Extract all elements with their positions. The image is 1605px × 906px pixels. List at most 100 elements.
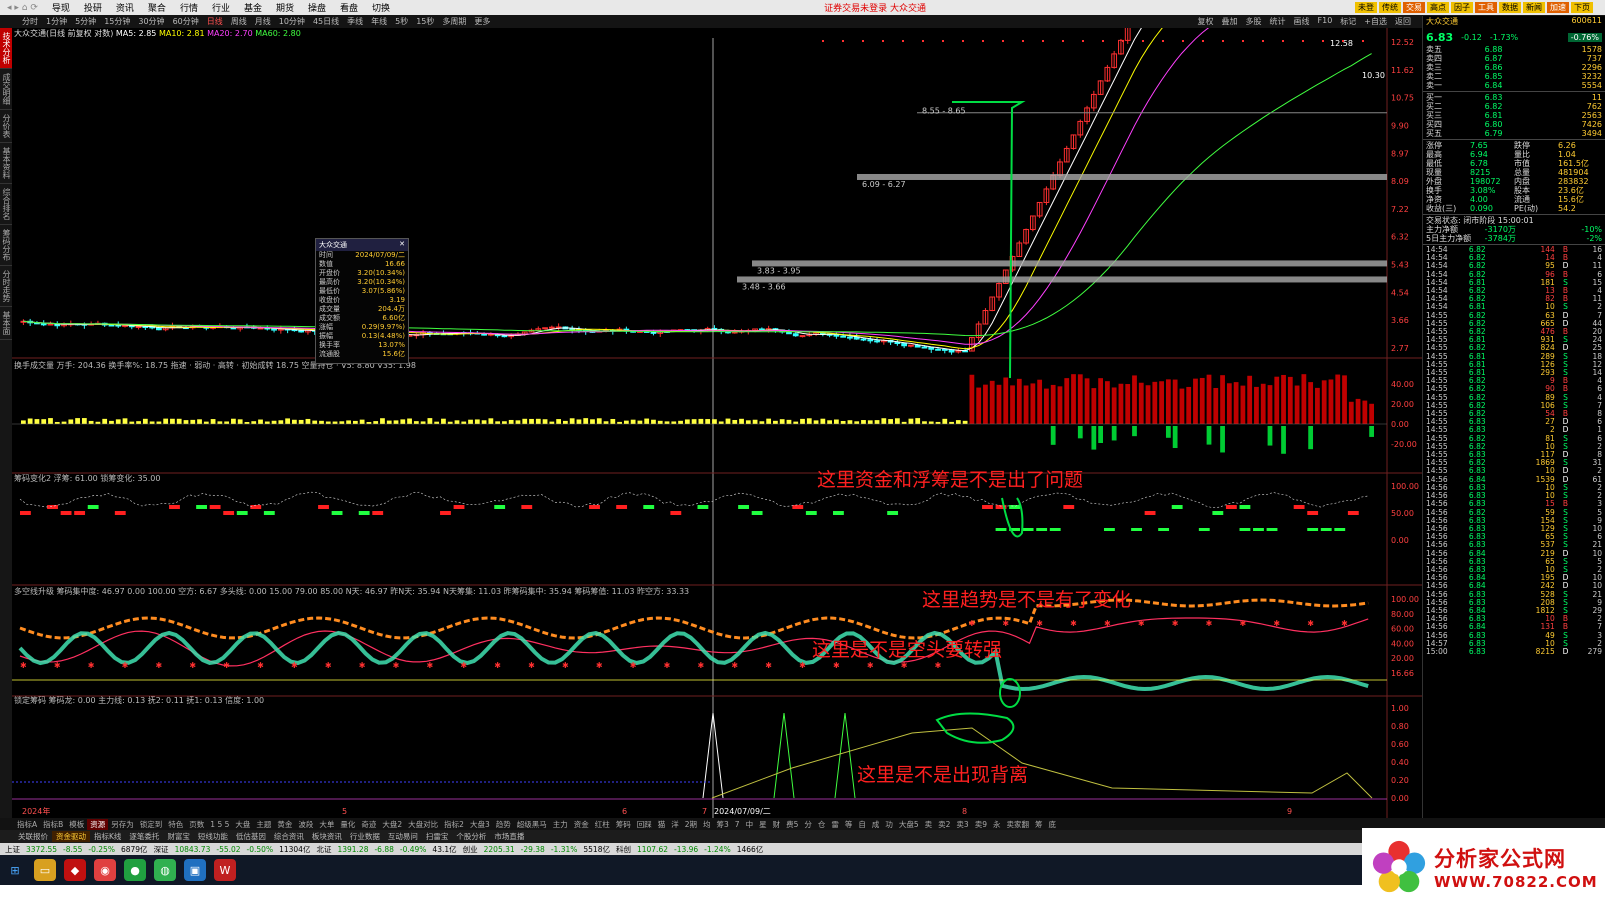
indicator-tab[interactable]: 等 xyxy=(842,819,856,830)
indicator-tab[interactable]: 指标B xyxy=(40,819,66,830)
indicator-tab[interactable]: 红柱 xyxy=(592,819,613,830)
period-tab[interactable]: 15分钟 xyxy=(100,16,134,27)
chart-tool-button[interactable]: 复权 xyxy=(1194,16,1218,27)
menu-item[interactable]: 行情 xyxy=(173,1,205,14)
indicator-tab[interactable]: 雷 xyxy=(828,819,842,830)
toolbar-button[interactable]: 传统 xyxy=(1378,2,1401,13)
toolbar-button[interactable]: 新闻 xyxy=(1522,2,1545,13)
chart-tool-button[interactable]: 画线 xyxy=(1290,16,1314,27)
file-explorer-icon[interactable]: ▭ xyxy=(34,859,56,881)
period-tab[interactable]: 周线 xyxy=(227,16,251,27)
function-tab[interactable]: 板块资讯 xyxy=(308,831,346,842)
indicator-tab[interactable]: 大盘5 xyxy=(896,819,922,830)
period-tab[interactable]: 年线 xyxy=(367,16,391,27)
indicator-tab[interactable]: 量化 xyxy=(337,819,358,830)
indicator-tab[interactable]: 财 xyxy=(770,819,784,830)
indicator-tab[interactable]: 超级黑马 xyxy=(514,819,550,830)
function-tab[interactable]: 关联报价 xyxy=(14,831,52,842)
menu-item[interactable]: 行业 xyxy=(205,1,237,14)
indicator-tab[interactable]: 趋势 xyxy=(493,819,514,830)
toolbar-button[interactable]: 加速 xyxy=(1546,2,1569,13)
indicator-tab[interactable]: 7 xyxy=(732,820,743,829)
function-tab[interactable]: 财富宝 xyxy=(163,831,194,842)
chart-tool-button[interactable]: 统计 xyxy=(1266,16,1290,27)
function-tab[interactable]: 扫雷宝 xyxy=(422,831,453,842)
indicator-tab[interactable]: 卖 xyxy=(922,819,936,830)
kline-chart[interactable]: 大众交通(日线 前复权 对数) MA5: 2.85 MA10: 2.81 MA2… xyxy=(12,28,1422,818)
function-tab[interactable]: 逐笔委托 xyxy=(125,831,163,842)
office-app-icon[interactable]: W xyxy=(214,859,236,881)
sidebar-tab[interactable]: 分时走势 xyxy=(0,266,12,307)
function-tab[interactable]: 指标K线 xyxy=(90,831,125,842)
indicator-tab[interactable]: 页数 xyxy=(186,819,207,830)
indicator-tab[interactable]: 大盘 xyxy=(232,819,253,830)
indicator-tab[interactable]: 2期 xyxy=(682,819,700,830)
function-tab[interactable]: 行业数据 xyxy=(346,831,384,842)
indicator-tab[interactable]: 卖3 xyxy=(953,819,971,830)
indicator-tab[interactable]: 洋 xyxy=(668,819,682,830)
period-tab[interactable]: 多周期 xyxy=(438,16,470,27)
period-tab[interactable]: 更多 xyxy=(470,16,494,27)
indicator-tab[interactable]: 波段 xyxy=(295,819,316,830)
indicator-tab[interactable]: 回踩 xyxy=(634,819,655,830)
indicator-tab[interactable]: 筹3 xyxy=(714,819,732,830)
menu-item[interactable]: 导现 xyxy=(45,1,77,14)
book-row[interactable]: 卖一 6.84 5554 xyxy=(1423,81,1605,90)
indicator-tab[interactable]: 筹 xyxy=(1032,819,1046,830)
indicator-tab[interactable]: 大盘3 xyxy=(467,819,493,830)
indicator-tab[interactable]: 特色 xyxy=(165,819,186,830)
book-row[interactable]: 买四 6.80 7426 xyxy=(1423,120,1605,129)
book-row[interactable]: 卖五 6.88 1578 xyxy=(1423,45,1605,54)
period-tab[interactable]: 1分钟 xyxy=(42,16,71,27)
index-field[interactable]: 科创 xyxy=(613,844,634,855)
period-tab[interactable]: 5秒 xyxy=(391,16,412,27)
menu-item[interactable]: 资讯 xyxy=(109,1,141,14)
function-tab[interactable]: 个股分析 xyxy=(452,831,490,842)
period-tab[interactable]: 30分钟 xyxy=(134,16,168,27)
windows-start-icon[interactable]: ⊞ xyxy=(4,859,26,881)
trading-app-icon[interactable]: ◆ xyxy=(64,859,86,881)
indicator-tab[interactable]: 筹码 xyxy=(613,819,634,830)
tick-list[interactable]: 14:54 6.82 144 B 16 14:54 6.82 14 B 4 14:54 6.82 95 D… xyxy=(1423,245,1605,656)
period-tab[interactable]: 15秒 xyxy=(412,16,438,27)
indicator-tab[interactable]: 猫 xyxy=(655,819,669,830)
period-tab[interactable]: 分时 xyxy=(18,16,42,27)
sidebar-tab[interactable]: 分价表 xyxy=(0,110,12,143)
desktop-app-icon[interactable]: ▣ xyxy=(184,859,206,881)
sidebar-tab[interactable]: 基本面 xyxy=(0,307,12,340)
period-tab[interactable]: 季线 xyxy=(343,16,367,27)
book-row[interactable]: 买三 6.81 2563 xyxy=(1423,111,1605,120)
window-nav-icons[interactable]: ◂ ▸ ⌂ ⟳ xyxy=(0,3,45,13)
chart-tool-button[interactable]: +自选 xyxy=(1360,16,1391,27)
book-row[interactable]: 卖四 6.87 737 xyxy=(1423,54,1605,63)
function-tab[interactable]: 低估基因 xyxy=(232,831,270,842)
chat-app-icon[interactable]: ● xyxy=(124,859,146,881)
indicator-tab[interactable]: 功 xyxy=(882,819,896,830)
menu-item[interactable]: 切换 xyxy=(365,1,397,14)
menu-item[interactable]: 看盘 xyxy=(333,1,365,14)
menu-item[interactable]: 聚合 xyxy=(141,1,173,14)
index-field[interactable]: 深证 xyxy=(151,844,172,855)
indicator-tab[interactable]: 大单 xyxy=(316,819,337,830)
indicator-tab[interactable]: 另存为 xyxy=(108,819,137,830)
drawn-circle[interactable] xyxy=(999,678,1021,708)
menu-item[interactable]: 期货 xyxy=(269,1,301,14)
chart-tool-button[interactable]: 标记 xyxy=(1336,16,1360,27)
indicator-tab[interactable]: 黄金 xyxy=(274,819,295,830)
function-tab[interactable]: 短线功能 xyxy=(194,831,232,842)
indicator-tab[interactable]: 1 5 5 xyxy=(207,820,232,829)
sidebar-tab[interactable]: 综合排名 xyxy=(0,184,12,225)
function-tab[interactable]: 综合资讯 xyxy=(270,831,308,842)
menu-item[interactable]: 基金 xyxy=(237,1,269,14)
browser-icon[interactable]: ◉ xyxy=(94,859,116,881)
chart-tool-button[interactable]: F10 xyxy=(1314,16,1337,27)
indicator-tab[interactable]: 卖2 xyxy=(935,819,953,830)
toolbar-button[interactable]: 因子 xyxy=(1450,2,1473,13)
close-icon[interactable]: ✕ xyxy=(399,240,405,250)
book-row[interactable]: 买一 6.83 11 xyxy=(1423,93,1605,102)
indicator-tab[interactable]: 大盘对比 xyxy=(405,819,441,830)
login-notice[interactable]: 证券交易未登录 大众交通 xyxy=(824,1,926,14)
toolbar-button[interactable]: 数据 xyxy=(1498,2,1521,13)
menu-item[interactable]: 投研 xyxy=(77,1,109,14)
indicator-tab[interactable]: 均 xyxy=(700,819,714,830)
